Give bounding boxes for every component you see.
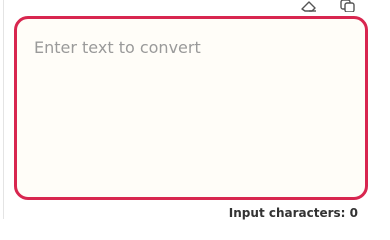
text-input[interactable] bbox=[17, 19, 365, 197]
input-character-count: Input characters: 0 bbox=[228, 206, 358, 220]
eraser-icon[interactable] bbox=[300, 0, 318, 12]
panel-divider bbox=[3, 0, 4, 219]
text-input-container bbox=[14, 16, 368, 200]
converter-input-panel: Input characters: 0 bbox=[0, 0, 390, 220]
copy-icon[interactable] bbox=[339, 0, 357, 12]
